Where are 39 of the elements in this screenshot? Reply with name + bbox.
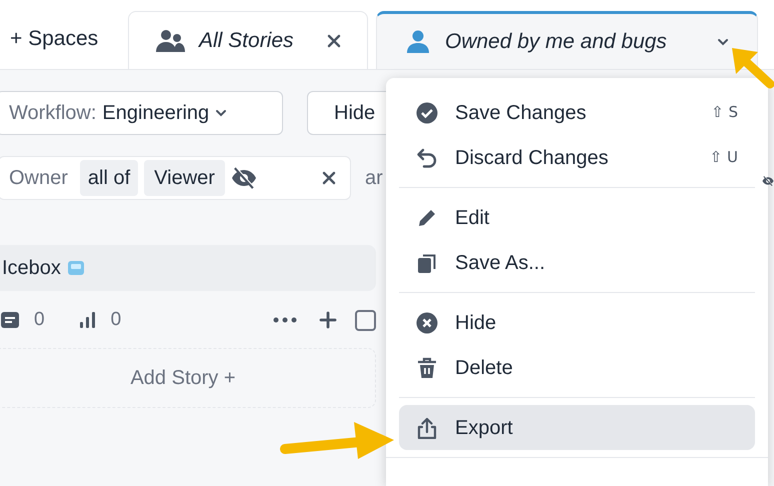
check-circle-icon: [416, 102, 438, 124]
bar-chart-icon: [78, 311, 97, 329]
menu-item[interactable]: Discard Changes ⇧ U: [399, 135, 755, 180]
copy-icon: [416, 252, 438, 274]
chevron-icon: [215, 107, 228, 119]
spaces-button[interactable]: + Spaces: [0, 22, 128, 54]
view-tab[interactable]: Owned by me and bugs: [376, 11, 758, 69]
close-circle-icon: [416, 312, 438, 334]
view-tab[interactable]: All Stories: [128, 11, 368, 69]
menu-item[interactable]: Export: [399, 405, 755, 450]
eye-off-icon: [230, 167, 257, 189]
workflow-dropdown[interactable]: Workflow: Engineering: [0, 91, 283, 135]
close-icon: [322, 171, 336, 185]
operator-tag[interactable]: all of: [80, 160, 138, 196]
points-count: 0: [110, 308, 122, 332]
story-count: 0: [34, 308, 45, 332]
add-story-button[interactable]: Add Story +: [0, 348, 376, 408]
close-icon: [327, 34, 341, 48]
plus-icon: [319, 311, 337, 329]
group-icon: [155, 28, 185, 52]
menu-item[interactable]: Delete: [399, 345, 755, 390]
share-icon: [416, 416, 438, 438]
filter-label: ar: [365, 166, 383, 191]
value-tag[interactable]: Viewer: [144, 160, 225, 196]
shortcut-label: ⇧ S: [711, 102, 738, 124]
select-checkbox[interactable]: [355, 310, 376, 330]
shortcut-label: ⇧ U: [710, 147, 738, 168]
annotation-arrow: [730, 46, 774, 90]
undo-icon: [416, 146, 438, 168]
menu-item[interactable]: Edit: [399, 195, 755, 240]
trash-icon: [416, 356, 438, 378]
menu-item[interactable]: Save As...: [399, 240, 755, 285]
filter-label: Owner: [9, 166, 68, 191]
column-title: Icebox: [2, 256, 61, 281]
comment-icon: [0, 310, 20, 330]
menu-item[interactable]: Hide: [399, 300, 755, 345]
more-icon: [273, 317, 297, 323]
user-icon: [405, 30, 431, 54]
ice-cube-icon: [66, 259, 85, 277]
